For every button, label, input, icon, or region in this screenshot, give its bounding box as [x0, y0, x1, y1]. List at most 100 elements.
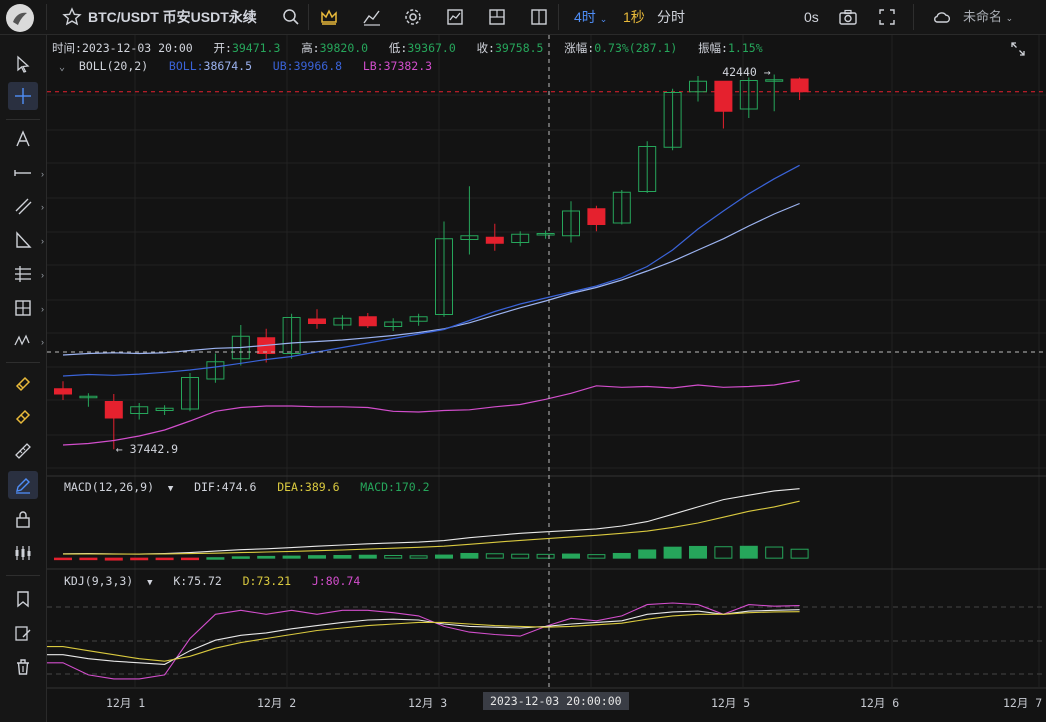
lock-icon — [16, 511, 30, 528]
macd-histogram-bar — [714, 546, 733, 559]
magnet-strong-icon — [15, 409, 31, 425]
boll-legend[interactable]: ⌄ BOLL(20,2) BOLL:38674.5 UB:39966.8 LB:… — [59, 59, 432, 73]
macd-histogram-bar — [587, 554, 606, 559]
chart-template-icon[interactable] — [445, 7, 465, 27]
magnet-tool[interactable] — [8, 370, 38, 398]
d-value: 73.21 — [256, 574, 292, 588]
symbol-title[interactable]: BTC/USDT 币安USDT永续 — [88, 0, 257, 34]
crosshair-tool[interactable] — [8, 82, 38, 110]
chevron-down-icon: ⌄ — [599, 14, 608, 24]
interval-selector[interactable]: 4时 ⌄ — [574, 0, 607, 34]
macd-histogram-bar — [612, 552, 631, 559]
macd-layer — [54, 488, 809, 561]
grid-icon — [15, 300, 31, 316]
amplitude-value: 1.15% — [728, 41, 763, 55]
amplitude-label: 振幅: — [698, 41, 728, 55]
close-value: 39758.5 — [495, 41, 544, 55]
layout-name-menu[interactable]: 未命名 ⌄ — [963, 0, 1013, 34]
multi-chart-icon[interactable] — [487, 7, 507, 27]
candle-body — [587, 208, 606, 225]
x-tick: 12月 5 — [711, 696, 751, 710]
chevron-down-icon[interactable]: ⌄ — [59, 62, 65, 73]
macd-legend[interactable]: MACD(12,26,9) ▼ DIF:474.6 DEA:389.6 MACD… — [64, 480, 430, 494]
x-tick: 12月 7 — [1003, 696, 1043, 710]
macd-value: 170.2 — [394, 480, 430, 494]
kdj-name: KDJ(9,3,3) — [64, 574, 134, 588]
pen-icon — [16, 478, 30, 494]
fullscreen-icon[interactable] — [877, 7, 897, 27]
magnet-strong-tool[interactable] — [8, 403, 38, 431]
crown-icon[interactable] — [319, 7, 339, 27]
macd-histogram-bar — [333, 555, 352, 559]
open-label: 开: — [213, 41, 232, 55]
horizontal-line-tool[interactable]: › — [8, 159, 44, 187]
boll-lb-label: LB: — [362, 59, 384, 73]
macd-histogram-bar — [562, 553, 580, 559]
fibonacci-tool[interactable]: › — [8, 260, 44, 288]
candle-body — [308, 318, 326, 324]
boll-mid-value: 38674.5 — [203, 59, 253, 73]
low-value: 39367.0 — [407, 41, 456, 55]
macd-histogram-bar — [155, 557, 174, 561]
magnet-icon — [15, 376, 31, 392]
search-icon[interactable] — [281, 7, 301, 27]
star-icon[interactable] — [62, 7, 82, 27]
macd-name: MACD(12,26,9) — [64, 480, 155, 494]
caret-down-icon[interactable]: ▼ — [147, 578, 152, 588]
delete-tool[interactable] — [8, 653, 38, 681]
change-value: 0.73%(287.1) — [594, 41, 678, 55]
settings-icon[interactable] — [403, 7, 423, 27]
parallel-lines-icon — [15, 198, 32, 215]
elliott-wave-tool[interactable]: › — [8, 327, 44, 355]
chart-canvas[interactable] — [47, 35, 1046, 722]
open-value: 39471.3 — [231, 41, 281, 55]
cloud-icon[interactable] — [932, 7, 952, 27]
d-label: D: — [242, 574, 257, 588]
macd-histogram-bar — [460, 552, 479, 559]
text-tool[interactable] — [8, 125, 38, 153]
time-label: 时间: — [52, 41, 82, 55]
draw-mode-tool[interactable] — [8, 471, 38, 499]
triangle-tool[interactable]: › — [8, 226, 44, 254]
text-icon — [16, 130, 30, 147]
ruler-icon — [15, 443, 31, 459]
candles-icon — [15, 546, 31, 560]
grid-tool[interactable]: › — [8, 294, 44, 322]
edit-tool[interactable] — [8, 619, 38, 647]
macd-histogram-bar — [54, 557, 72, 561]
k-label: K: — [173, 574, 188, 588]
dif-line — [62, 488, 800, 555]
horizontal-line-icon — [14, 170, 31, 176]
interval-1s[interactable]: 1秒 — [623, 0, 645, 34]
interval-timeline[interactable]: 分时 — [657, 0, 685, 34]
x-tick: 12月 6 — [860, 696, 900, 710]
boll-lb-value: 37382.3 — [383, 59, 433, 73]
ruler-tool[interactable] — [8, 437, 38, 465]
candles-layer — [54, 74, 809, 450]
indicator-icon[interactable] — [362, 7, 382, 27]
macd-histogram-bar — [384, 555, 403, 559]
bookmark-tool[interactable] — [8, 585, 38, 613]
camera-icon[interactable] — [838, 7, 858, 27]
expand-arrow-icon: › — [41, 270, 44, 280]
kdj-legend[interactable]: KDJ(9,3,3) ▼ K:75.72 D:73.21 J:80.74 — [64, 574, 360, 588]
candle-body — [714, 80, 733, 112]
layout-icon[interactable] — [529, 7, 549, 27]
cursor-tool[interactable] — [8, 50, 38, 78]
interval-selected-label: 4时 — [574, 9, 596, 25]
maximize-pane-icon[interactable] — [1010, 41, 1026, 57]
hide-drawings-tool[interactable] — [8, 539, 38, 567]
wave-icon — [14, 334, 30, 346]
boll-ub-label: UB: — [272, 59, 294, 73]
drawing-toolbar: › › › › › › — [0, 35, 47, 722]
kdj-d-line — [47, 611, 800, 662]
trend-line-tool[interactable]: › — [8, 192, 44, 220]
caret-down-icon[interactable]: ▼ — [168, 484, 173, 494]
macd-histogram-bar — [689, 545, 707, 559]
x-tick: 12月 2 — [257, 696, 297, 710]
lock-tool[interactable] — [8, 505, 38, 533]
macd-histogram-bar — [409, 555, 428, 559]
top-toolbar: BTC/USDT 币安USDT永续 4时 ⌄ 1秒 分时 0s 未命名 ⌄ — [0, 0, 1046, 35]
triangle-icon — [16, 231, 32, 248]
candle-body — [358, 316, 377, 327]
